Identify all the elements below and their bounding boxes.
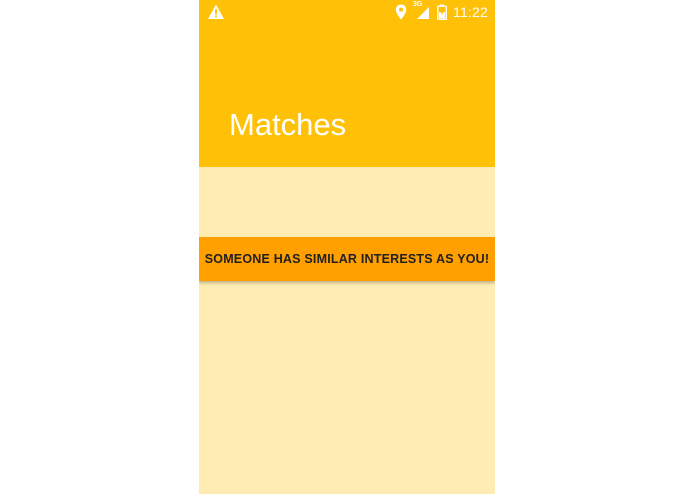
page-title: Matches	[229, 107, 347, 142]
screen-backdrop: 3G 11:22 Matches SOMEONE HAS SIMILAR INT…	[0, 0, 695, 494]
match-notification-text: SOMEONE HAS SIMILAR INTERESTS AS YOU!	[204, 252, 490, 266]
location-icon	[395, 4, 407, 20]
status-icons: 3G 11:22	[395, 1, 488, 21]
signal-icon: 3G	[413, 1, 431, 21]
status-time: 11:22	[453, 4, 488, 20]
phone-screen: 3G 11:22 Matches SOMEONE HAS SIMILAR INT…	[199, 0, 495, 494]
status-bar: 3G 11:22	[199, 0, 495, 24]
app-bar: 3G 11:22 Matches	[199, 0, 495, 167]
warning-icon[interactable]	[207, 3, 225, 21]
network-type-label: 3G	[413, 1, 423, 8]
battery-icon	[437, 4, 447, 20]
match-notification-banner[interactable]: SOMEONE HAS SIMILAR INTERESTS AS YOU!	[199, 237, 495, 281]
